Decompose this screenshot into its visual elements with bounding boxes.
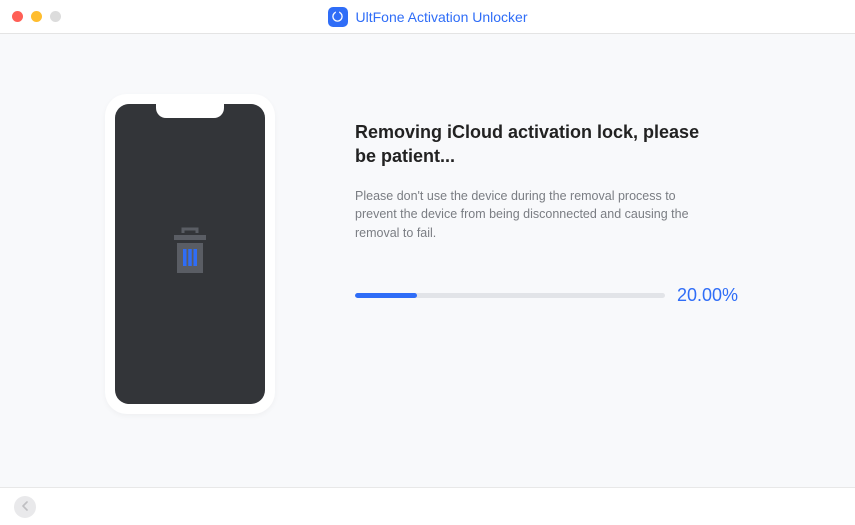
progress-bar [355, 293, 665, 298]
trash-icon [168, 225, 212, 284]
titlebar-title-group: UltFone Activation Unlocker [328, 7, 528, 27]
progress-fill [355, 293, 417, 298]
phone-notch [156, 104, 224, 118]
app-title: UltFone Activation Unlocker [356, 9, 528, 25]
status-headline: Removing iCloud activation lock, please … [355, 120, 705, 169]
phone-frame [105, 94, 275, 414]
maximize-window-button[interactable] [50, 11, 61, 22]
status-description: Please don't use the device during the r… [355, 187, 715, 243]
window-controls [12, 11, 61, 22]
app-logo-icon [328, 7, 348, 27]
titlebar: UltFone Activation Unlocker [0, 0, 855, 34]
info-panel: Removing iCloud activation lock, please … [355, 94, 785, 437]
minimize-window-button[interactable] [31, 11, 42, 22]
back-button[interactable] [14, 496, 36, 518]
phone-screen [115, 104, 265, 404]
close-window-button[interactable] [12, 11, 23, 22]
main-content: Removing iCloud activation lock, please … [0, 34, 855, 487]
progress-percentage: 20.00% [677, 285, 738, 306]
progress-row: 20.00% [355, 285, 785, 306]
footer-bar [0, 487, 855, 525]
device-illustration [105, 94, 275, 437]
chevron-left-icon [21, 498, 29, 516]
